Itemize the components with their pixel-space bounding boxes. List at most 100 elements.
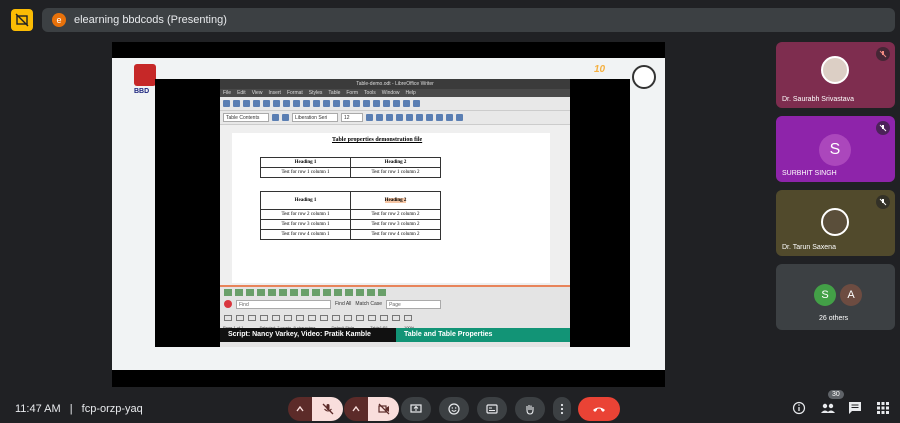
camera-off-icon (377, 403, 389, 415)
more-vertical-icon (560, 403, 564, 415)
mic-off-icon (876, 195, 890, 209)
info-icon (792, 401, 806, 415)
participant-avatar: S (819, 134, 851, 166)
menu-item: Help (405, 90, 416, 96)
participant-tile[interactable]: Dr. Saurabh Srivastava (776, 42, 895, 108)
round-logo-icon (632, 65, 656, 89)
hang-up-icon (593, 407, 605, 412)
document-page: Table properties demonstration file Head… (232, 133, 550, 283)
table-row: Test for row 1 column 1 Test for row 1 co… (260, 167, 441, 178)
participant-name: Dr. Saurabh Srivastava (782, 96, 854, 103)
captions-icon (486, 404, 498, 414)
present-icon (410, 404, 422, 413)
menu-item: View (251, 90, 263, 96)
participant-count-badge: 30 (828, 390, 844, 399)
clock: 11:47 AM (15, 403, 61, 415)
menu-item: Format (286, 90, 303, 96)
emoji-icon (448, 403, 460, 415)
activities-button[interactable] (876, 401, 890, 419)
match-case-label: Match Case (355, 301, 383, 307)
avatar: A (840, 284, 862, 306)
participant-photo (821, 208, 849, 236)
menu-item: Form (346, 90, 359, 96)
table-toolbar (220, 285, 570, 297)
menu-item: Edit (237, 90, 246, 96)
paragraph-style-box: Table Contents (223, 113, 269, 122)
topic-caption: Table and Table Properties (396, 328, 570, 342)
presenter-avatar: e (52, 13, 66, 27)
table-one: Heading 1 Heading 2 Test for row 1 column… (260, 157, 441, 178)
bottom-bar: 11:47 AM | fcp-orzp-yaq 30 (0, 390, 900, 423)
table-row: Test for row 4 column 1 Test for row 4 co… (260, 229, 441, 240)
participant-tile[interactable]: S SURBHIT SINGH (776, 116, 895, 182)
font-size-box: 12 (341, 113, 363, 122)
people-icon (821, 403, 835, 413)
menu-item: Tools (364, 90, 376, 96)
presentation-stage: BBD 10 Table-demo.odt - LibreOffice Writ… (112, 42, 665, 387)
presentation-off-icon[interactable] (11, 9, 33, 31)
meeting-details-button[interactable] (792, 401, 806, 419)
find-toolbar: Find Find All Match Case Page (220, 297, 570, 311)
meeting-code: fcp-orzp-yaq (81, 403, 143, 415)
page-dropdown: Page (386, 299, 442, 309)
formatting-toolbar: Table Contents Liberation Seri 12 (220, 111, 570, 125)
doc-title: Table properties demonstration file (332, 137, 423, 143)
close-find-icon (224, 300, 232, 308)
table-row: Test for row 3 column 1 Test for row 3 co… (260, 219, 441, 230)
mic-off-icon (876, 121, 890, 135)
present-screen-button[interactable] (401, 397, 431, 421)
avatar: S (814, 284, 836, 306)
mic-control (288, 397, 343, 421)
camera-toggle-button[interactable] (368, 397, 399, 421)
chat-icon (849, 402, 861, 414)
font-name-box: Liberation Seri (292, 113, 338, 122)
reactions-button[interactable] (439, 397, 469, 421)
captions-button[interactable] (477, 397, 507, 421)
leave-call-button[interactable] (578, 397, 620, 421)
credits-caption: Script: Nancy Varkey, Video: Pratik Kamb… (220, 328, 396, 342)
hand-icon (526, 405, 534, 415)
slide: BBD 10 Table-demo.odt - LibreOffice Writ… (112, 58, 665, 370)
writer-window: Table-demo.odt - LibreOffice Writer File… (220, 79, 570, 347)
top-bar: e elearning bbdcods (Presenting) (0, 0, 900, 40)
drawing-toolbar (220, 311, 570, 325)
meeting-info: 11:47 AM | fcp-orzp-yaq (15, 403, 143, 415)
presentation-banner: e elearning bbdcods (Presenting) (42, 8, 895, 32)
table-two: Heading 1 Heading 2 Test for row 2 column… (260, 191, 441, 240)
menu-item: Insert (268, 90, 281, 96)
mic-toggle-button[interactable] (312, 397, 343, 421)
apps-grid-icon (877, 402, 889, 414)
people-button[interactable] (820, 401, 836, 419)
writer-title: Table-demo.odt - LibreOffice Writer (220, 79, 570, 89)
camera-options-button[interactable] (344, 397, 368, 421)
chevron-up-icon (352, 406, 360, 412)
participant-tile[interactable]: Dr. Tarun Saxena (776, 190, 895, 256)
mic-options-button[interactable] (288, 397, 312, 421)
meeting-title: elearning bbdcods (Presenting) (74, 14, 227, 26)
find-all-label: Find All (335, 301, 352, 307)
menu-item: File (223, 90, 232, 96)
participant-name: Dr. Tarun Saxena (782, 244, 836, 251)
others-avatars: S A (814, 284, 862, 306)
mic-off-icon (876, 47, 890, 61)
others-label: 26 others (819, 315, 849, 322)
camera-control (344, 397, 399, 421)
mic-off-icon (322, 403, 333, 415)
chevron-up-icon (296, 406, 304, 412)
menu-item: Window (381, 90, 400, 96)
participant-photo (821, 56, 849, 84)
find-input: Find (236, 299, 331, 309)
selected-cell: Heading 2 (350, 191, 441, 210)
others-tile[interactable]: S A 26 others (776, 264, 895, 330)
chat-button[interactable] (848, 401, 862, 419)
raise-hand-button[interactable] (515, 397, 545, 421)
standard-toolbar (220, 97, 570, 111)
participant-name: SURBHIT SINGH (782, 170, 837, 177)
ten-badge: 10 (594, 64, 606, 75)
more-options-button[interactable] (553, 397, 571, 421)
writer-menu: File Edit View Insert Format Styles Tabl… (220, 89, 570, 97)
video-caption: Script: Nancy Varkey, Video: Pratik Kamb… (220, 328, 570, 342)
menu-item: Styles (308, 90, 323, 96)
menu-item: Table (328, 90, 341, 96)
video-frame: Table-demo.odt - LibreOffice Writer File… (155, 79, 630, 347)
